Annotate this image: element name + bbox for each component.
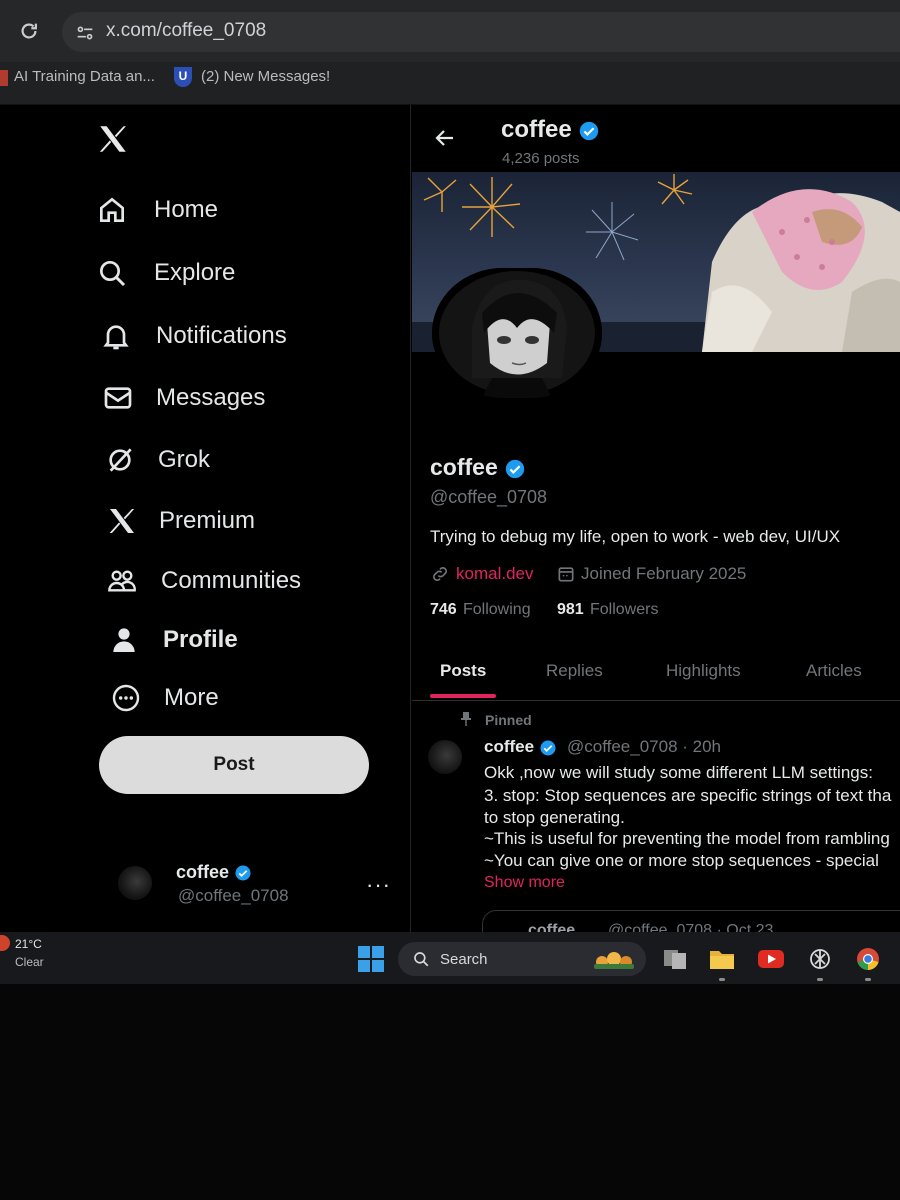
link-icon: [433, 567, 447, 581]
post-text-line: to stop generating.: [484, 808, 625, 827]
column-divider: [410, 105, 411, 932]
sidebar-item-label: Communities: [161, 567, 302, 594]
header-post-count: 4,236 posts: [502, 150, 580, 167]
x-logo-icon[interactable]: [96, 122, 130, 156]
profile-handle: @coffee_0708: [430, 487, 548, 507]
profile-website-link[interactable]: komal.dev: [456, 564, 533, 584]
bookmark-favicon-icon: [0, 70, 8, 86]
chrome-icon[interactable]: [854, 946, 882, 972]
sidebar-item-label: Premium: [159, 507, 256, 534]
sidebar-item-explore[interactable]: Explore: [96, 253, 396, 293]
task-view-icon[interactable]: [662, 946, 690, 972]
post-meta: @coffee_0708 · 20h: [567, 737, 722, 756]
more-circle-icon: [112, 684, 140, 712]
header-name: coffee: [501, 116, 600, 144]
account-menu-button[interactable]: ···: [366, 872, 391, 898]
calendar-icon: [558, 567, 574, 582]
sidebar-item-label: Explore: [154, 259, 236, 286]
mail-icon: [104, 387, 132, 409]
sidebar-item-label: Home: [154, 196, 219, 223]
profile-name-text: coffee: [430, 454, 498, 480]
communities-icon: [108, 570, 136, 592]
weather-condition[interactable]: Clear: [15, 955, 44, 969]
weather-temperature[interactable]: 21°C: [15, 937, 42, 951]
shield-u-icon: U: [174, 67, 192, 87]
url-text[interactable]: x.com/coffee_0708: [106, 20, 266, 42]
following-count[interactable]: 746: [430, 601, 457, 619]
sidebar-item-more[interactable]: More: [96, 678, 396, 718]
profile-avatar-image: [432, 268, 602, 398]
post-button[interactable]: Post: [99, 736, 369, 794]
bookmark-new-messages[interactable]: (2) New Messages!: [201, 68, 330, 85]
x-logo-icon: [109, 509, 135, 533]
post-text-line: Okk ,now we will study some different LL…: [484, 763, 873, 782]
sidebar-item-profile[interactable]: Profile: [96, 620, 396, 660]
tab-replies[interactable]: Replies: [546, 661, 603, 681]
account-name[interactable]: coffee: [176, 862, 252, 883]
sidebar-item-label: More: [164, 684, 219, 711]
running-app-indicator: [817, 978, 823, 981]
bookmark-ai-training[interactable]: AI Training Data an...: [14, 68, 155, 85]
post-text-line: ~You can give one or more stop sequences…: [484, 851, 879, 870]
youtube-icon[interactable]: [757, 946, 785, 972]
sidebar-item-grok[interactable]: Grok: [96, 440, 396, 480]
home-icon: [100, 197, 124, 222]
verified-badge-icon: [580, 121, 599, 140]
running-app-indicator: [719, 978, 725, 981]
tab-posts[interactable]: Posts: [440, 661, 486, 681]
sidebar-item-messages[interactable]: Messages: [96, 378, 396, 418]
sidebar-item-label: Notifications: [156, 322, 287, 349]
file-explorer-icon[interactable]: [708, 946, 736, 972]
post-author-avatar[interactable]: [428, 740, 462, 774]
post-author-name-text: coffee: [484, 737, 535, 756]
sidebar-item-notifications[interactable]: Notifications: [96, 316, 396, 356]
taskbar-search-label: Search: [440, 951, 488, 968]
back-arrow-icon[interactable]: [432, 126, 458, 150]
sidebar-item-label: Profile: [163, 626, 238, 653]
site-info-icon[interactable]: [74, 22, 96, 44]
account-avatar[interactable]: [118, 866, 152, 900]
running-app-indicator: [865, 978, 871, 981]
active-tab-indicator: [430, 694, 496, 698]
tab-highlights[interactable]: Highlights: [666, 661, 741, 681]
profile-joined-date: Joined February 2025: [581, 564, 747, 583]
verified-badge-icon: [505, 459, 525, 479]
followers-label[interactable]: Followers: [590, 601, 658, 619]
pinned-label: Pinned: [485, 712, 532, 728]
windows-start-icon[interactable]: [358, 946, 384, 972]
tabs-divider: [412, 700, 900, 701]
sidebar-item-home[interactable]: Home: [96, 190, 396, 230]
account-handle: @coffee_0708: [178, 886, 289, 905]
account-name-text: coffee: [176, 862, 230, 882]
header-name-text: coffee: [501, 116, 572, 143]
chatgpt-icon[interactable]: [806, 946, 834, 972]
sidebar-item-label: Messages: [156, 384, 266, 411]
post-author-name[interactable]: coffee: [484, 737, 557, 757]
search-highlight-icon: [594, 952, 634, 969]
verified-badge-icon: [235, 865, 251, 881]
bell-icon: [103, 325, 129, 350]
grok-icon: [109, 448, 132, 472]
post-text-line: ~This is useful for preventing the model…: [484, 829, 890, 848]
laptop-bezel: [0, 984, 900, 1200]
profile-avatar[interactable]: [432, 268, 602, 398]
pin-icon: [461, 712, 471, 726]
following-label[interactable]: Following: [463, 601, 531, 619]
search-icon: [100, 261, 126, 287]
tab-articles[interactable]: Articles: [806, 661, 862, 681]
profile-bio: Trying to debug my life, open to work - …: [430, 527, 841, 546]
post-text-line: 3. stop: Stop sequences are specific str…: [484, 786, 892, 805]
person-icon: [113, 628, 135, 652]
reload-icon[interactable]: [18, 20, 40, 42]
followers-count[interactable]: 981: [557, 601, 584, 619]
sidebar-item-label: Grok: [158, 446, 211, 473]
search-icon: [414, 952, 429, 967]
verified-badge-icon: [540, 740, 556, 756]
sidebar-item-communities[interactable]: Communities: [96, 561, 396, 601]
sidebar-item-premium[interactable]: Premium: [96, 501, 396, 541]
profile-name: coffee: [430, 454, 526, 481]
show-more-link[interactable]: Show more: [484, 874, 565, 892]
